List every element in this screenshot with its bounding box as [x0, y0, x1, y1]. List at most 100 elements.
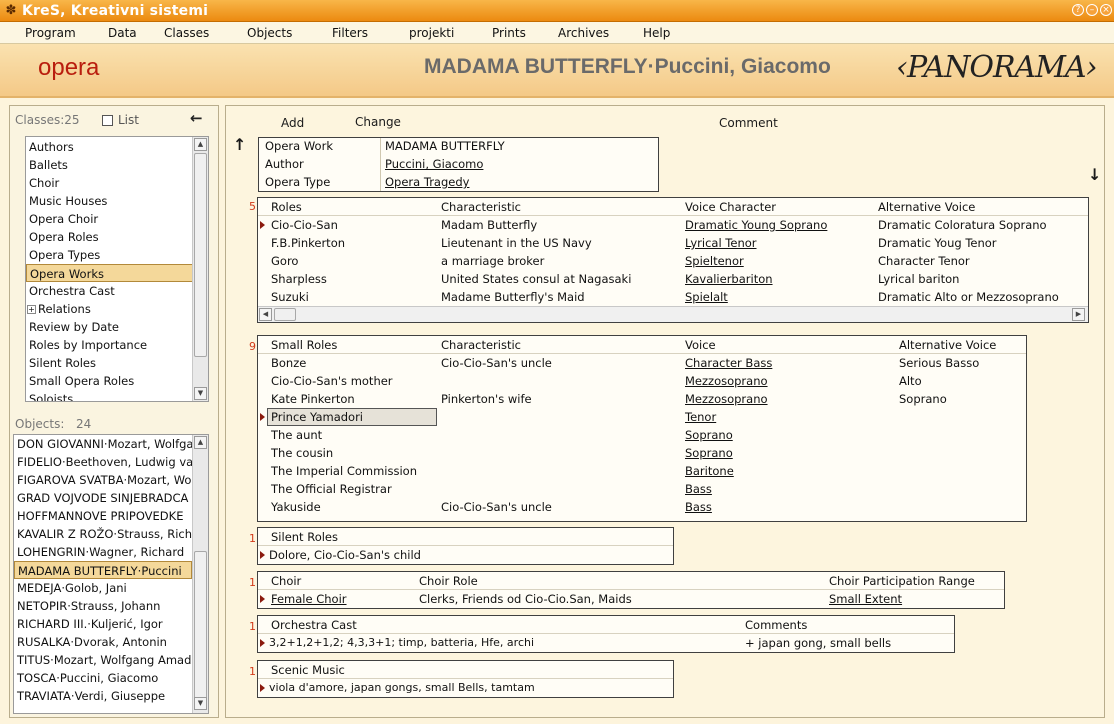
menu-data[interactable]: Data — [108, 25, 137, 41]
small-role-name[interactable]: Kate Pinkerton — [271, 390, 355, 408]
minimize-icon[interactable]: – — [1086, 4, 1098, 16]
object-item[interactable]: DON GIOVANNI·Mozart, Wolfgang — [14, 435, 192, 453]
small-role-name-selected[interactable]: Prince Yamadori — [271, 408, 363, 426]
small-role-voice-link[interactable]: Mezzosoprano — [685, 372, 768, 390]
object-item[interactable]: LOHENGRIN·Wagner, Richard — [14, 543, 192, 561]
scroll-left-icon[interactable]: ◀ — [259, 308, 272, 321]
small-role-voice-link[interactable]: Bass — [685, 498, 712, 516]
class-item[interactable]: Roles by Importance — [26, 336, 147, 354]
scroll-right-icon[interactable]: ▶ — [1072, 308, 1085, 321]
small-role-name[interactable]: The Official Registrar — [271, 480, 392, 498]
menu-prints[interactable]: Prints — [492, 25, 526, 41]
class-item[interactable]: Orchestra Cast — [26, 282, 115, 300]
small-role-name[interactable]: Bonze — [271, 354, 306, 372]
small-role-voice-link[interactable]: Mezzosoprano — [685, 390, 768, 408]
menu-program[interactable]: Program — [25, 25, 76, 41]
object-item[interactable]: RICHARD III.·Kuljerić, Igor — [14, 615, 192, 633]
object-item[interactable]: FIGAROVA SVATBA·Mozart, Wolfgang — [14, 471, 192, 489]
role-voice-link[interactable]: Dramatic Young Soprano — [685, 216, 827, 234]
scroll-thumb[interactable] — [194, 551, 207, 701]
scroll-down-icon[interactable]: ▼ — [194, 697, 207, 710]
role-name[interactable]: Sharpless — [271, 270, 327, 288]
object-item[interactable]: TRAVIATA·Verdi, Giuseppe — [14, 687, 192, 705]
menu-help[interactable]: Help — [643, 25, 670, 41]
list-checkbox[interactable] — [102, 115, 113, 126]
role-voice-link[interactable]: Spieltenor — [685, 252, 744, 270]
scroll-up-icon[interactable]: ▲ — [194, 138, 207, 151]
menu-filters[interactable]: Filters — [332, 25, 368, 41]
class-item[interactable]: Opera Types — [26, 246, 100, 264]
add-button[interactable]: Add — [281, 116, 304, 130]
role-name[interactable]: F.B.Pinkerton — [271, 234, 345, 252]
choir-link[interactable]: Female Choir — [271, 590, 347, 608]
author-link[interactable]: Puccini, Giacomo — [385, 155, 483, 173]
silent-role-value[interactable]: Dolore, Cio-Cio-San's child — [269, 546, 421, 564]
menu-objects[interactable]: Objects — [247, 25, 292, 41]
role-voice-link[interactable]: Spielalt — [685, 288, 728, 306]
class-item-selected[interactable]: Opera Works — [26, 264, 194, 282]
small-role-alt-voice: Serious Basso — [899, 356, 980, 370]
class-item[interactable]: Choir — [26, 174, 59, 192]
object-item[interactable]: GRAD VOJVODE SINJEBRADCA — [14, 489, 192, 507]
orchestra-value[interactable]: 3,2+1,2+1,2; 4,3,3+1; timp, batteria, Hf… — [269, 634, 534, 652]
object-item[interactable]: HOFFMANNOVE PRIPOVEDKE — [14, 507, 192, 525]
arrow-up-icon[interactable]: ↑ — [233, 135, 246, 154]
object-item[interactable]: TITUS·Mozart, Wolfgang Amadeus — [14, 651, 192, 669]
class-item[interactable]: Silent Roles — [26, 354, 96, 372]
objects-list[interactable]: DON GIOVANNI·Mozart, Wolfgang FIDELIO·Be… — [13, 434, 209, 714]
arrow-down-icon[interactable]: ↓ — [1088, 165, 1101, 184]
class-item[interactable]: Ballets — [26, 156, 68, 174]
scroll-up-icon[interactable]: ▲ — [194, 436, 207, 449]
class-item[interactable]: Review by Date — [26, 318, 119, 336]
class-item[interactable]: Music Houses — [26, 192, 107, 210]
small-role-name[interactable]: The cousin — [271, 444, 333, 462]
object-item[interactable]: MEDEJA·Golob, Jani — [14, 579, 192, 597]
object-item[interactable]: TOSCA·Puccini, Giacomo — [14, 669, 192, 687]
close-icon[interactable]: × — [1100, 4, 1112, 16]
role-voice-link[interactable]: Kavalierbariton — [685, 270, 773, 288]
small-role-voice-link[interactable]: Bass — [685, 480, 712, 498]
small-role-voice-link[interactable]: Baritone — [685, 462, 734, 480]
scroll-down-icon[interactable]: ▼ — [194, 387, 207, 400]
class-item-expandable[interactable]: + Relations — [26, 300, 91, 318]
menu-projekti[interactable]: projekti — [409, 25, 454, 41]
small-role-voice-link[interactable]: Soprano — [685, 426, 733, 444]
type-link[interactable]: Opera Tragedy — [385, 173, 469, 191]
object-item[interactable]: RUSALKA·Dvorak, Antonin — [14, 633, 192, 651]
class-item[interactable]: Soloists — [26, 390, 73, 401]
small-role-name[interactable]: Yakuside — [271, 498, 321, 516]
collapse-arrow-icon[interactable]: ← — [190, 109, 203, 127]
small-role-voice-link[interactable]: Tenor — [685, 408, 716, 426]
small-role-name[interactable]: Cio-Cio-San's mother — [271, 372, 393, 390]
small-role-voice-link[interactable]: Character Bass — [685, 354, 772, 372]
role-name[interactable]: Goro — [271, 252, 298, 270]
object-item[interactable]: FIDELIO·Beethoven, Ludwig van — [14, 453, 192, 471]
class-item[interactable]: Small Opera Roles — [26, 372, 134, 390]
scroll-thumb[interactable] — [194, 153, 207, 357]
object-item[interactable]: KAVALIR Z ROŽO·Strauss, Richard — [14, 525, 192, 543]
role-name[interactable]: Cio-Cio-San — [271, 216, 338, 234]
class-item[interactable]: Opera Choir — [26, 210, 98, 228]
choir-range-link[interactable]: Small Extent — [829, 590, 902, 608]
menu-classes[interactable]: Classes — [164, 25, 209, 41]
scroll-thumb[interactable] — [274, 308, 296, 321]
classes-list[interactable]: Authors Ballets Choir Music Houses Opera… — [25, 136, 209, 402]
classes-scrollbar[interactable]: ▲ ▼ — [192, 137, 208, 401]
small-role-name[interactable]: The aunt — [271, 426, 322, 444]
class-item[interactable]: Authors — [26, 138, 74, 156]
object-item[interactable]: NETOPIR·Strauss, Johann — [14, 597, 192, 615]
menu-archives[interactable]: Archives — [558, 25, 609, 41]
roles-hscrollbar[interactable]: ◀ ▶ — [258, 306, 1088, 322]
change-button[interactable]: Change — [355, 115, 401, 129]
comment-button[interactable]: Comment — [719, 116, 778, 130]
expand-plus-icon[interactable]: + — [27, 305, 36, 314]
small-role-name[interactable]: The Imperial Commission — [271, 462, 417, 480]
role-name[interactable]: Suzuki — [271, 288, 309, 306]
role-voice-link[interactable]: Lyrical Tenor — [685, 234, 757, 252]
help-window-icon[interactable]: ? — [1072, 4, 1084, 16]
objects-scrollbar[interactable]: ▲ ▼ — [192, 435, 208, 713]
object-item-selected[interactable]: MADAMA BUTTERFLY·Puccini — [14, 561, 192, 579]
class-item[interactable]: Opera Roles — [26, 228, 99, 246]
scenic-music-value[interactable]: viola d'amore, japan gongs, small Bells,… — [269, 679, 535, 697]
small-role-voice-link[interactable]: Soprano — [685, 444, 733, 462]
